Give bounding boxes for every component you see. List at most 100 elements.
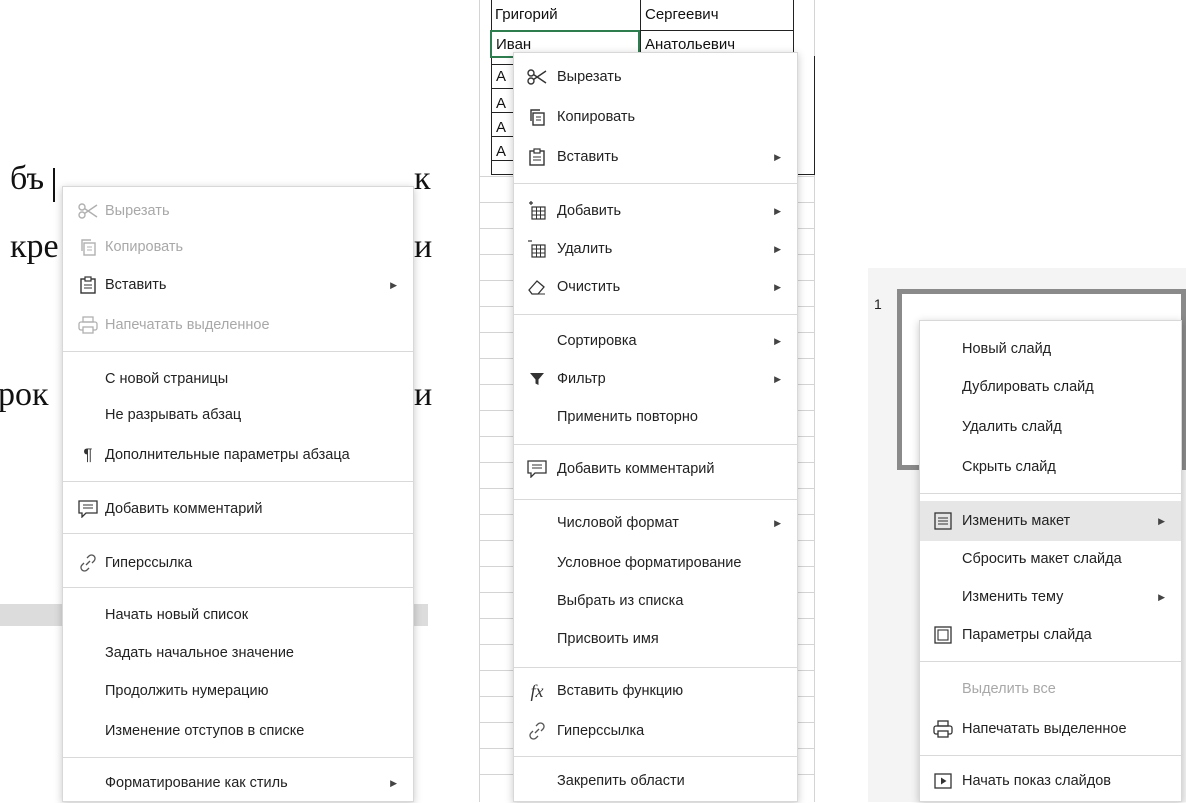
slide-context-menu: Новый слайд Дублировать слайд Удалить сл… [919,320,1182,802]
menu-item-select-all[interactable]: Выделить все [920,669,1181,709]
menu-separator [63,351,413,352]
table-border [491,0,492,174]
menu-item-change-theme[interactable]: Изменить тему ▶ [920,577,1181,617]
table-cell[interactable]: А [496,143,506,160]
menu-item-format-as-style[interactable]: Форматирование как стиль ▶ [63,763,413,803]
table-cell[interactable]: А [496,95,506,112]
menu-item-add-comment[interactable]: Добавить комментарий [514,449,797,489]
menu-item-print-selection[interactable]: Напечатать выделенное [920,709,1181,749]
menu-item-conditional-formatting[interactable]: Условное форматирование [514,543,797,583]
paste-icon [526,137,548,177]
menu-item-start-slideshow[interactable]: Начать показ слайдов [920,761,1181,801]
sheet-context-menu: Вырезать Копировать Вставить ▶ Добавить … [513,52,798,802]
menu-item-paste[interactable]: Вставить ▶ [514,137,797,177]
submenu-arrow-icon: ▶ [774,374,781,384]
menu-label: С новой страницы [105,371,229,387]
scissors-icon [77,191,99,231]
menu-item-reapply[interactable]: Применить повторно [514,397,797,437]
menu-item-new-slide[interactable]: Новый слайд [920,329,1181,369]
menu-item-print-selection[interactable]: Напечатать выделенное [63,305,413,345]
menu-separator [514,499,797,500]
menu-label: Параметры слайда [962,627,1092,643]
table-cell[interactable]: Сергеевич [645,6,719,23]
menu-item-copy[interactable]: Копировать [63,227,413,267]
play-slideshow-icon [932,761,954,801]
menu-item-pick-from-list[interactable]: Выбрать из списка [514,581,797,621]
menu-label: Сортировка [557,333,637,349]
doc-text-line-2: кре [10,228,59,265]
filter-icon [526,359,548,399]
printer-icon [932,709,954,749]
comment-icon [77,489,99,529]
menu-separator [63,533,413,534]
link-icon [526,711,548,751]
menu-item-change-layout[interactable]: Изменить макет ▶ [920,501,1181,541]
menu-label: Изменить тему [962,589,1064,605]
copy-icon [77,227,99,267]
menu-item-filter[interactable]: Фильтр ▶ [514,359,797,399]
menu-separator [514,183,797,184]
menu-item-hyperlink[interactable]: Гиперссылка [63,543,413,583]
menu-item-slide-settings[interactable]: Параметры слайда [920,615,1181,655]
menu-item-reset-layout[interactable]: Сбросить макет слайда [920,539,1181,579]
menu-item-keep-lines-together[interactable]: Не разрывать абзац [63,395,413,435]
table-border [491,160,513,161]
table-cell[interactable]: Григорий [495,6,558,23]
menu-item-list-indents[interactable]: Изменение отступов в списке [63,711,413,751]
menu-item-new-list[interactable]: Начать новый список [63,595,413,635]
menu-item-duplicate-slide[interactable]: Дублировать слайд [920,367,1181,407]
submenu-arrow-icon: ▶ [774,336,781,346]
menu-separator [920,493,1181,494]
printer-icon [77,305,99,345]
menu-item-freeze-panes[interactable]: Закрепить области [514,761,797,801]
menu-item-hide-slide[interactable]: Скрыть слайд [920,447,1181,487]
menu-label: Добавить комментарий [105,501,263,517]
menu-item-copy[interactable]: Копировать [514,97,797,137]
menu-item-delete[interactable]: Удалить ▶ [514,229,797,269]
menu-item-sort[interactable]: Сортировка ▶ [514,321,797,361]
paragraph-icon: ¶ [83,445,93,464]
menu-item-paste[interactable]: Вставить ▶ [63,265,413,305]
doc-text-tail-2: и [414,228,433,265]
menu-item-set-start-value[interactable]: Задать начальное значение [63,633,413,673]
table-cell[interactable]: А [496,68,506,85]
menu-item-clear[interactable]: Очистить ▶ [514,267,797,307]
menu-item-hyperlink[interactable]: Гиперссылка [514,711,797,751]
doc-text-tail-3: и [414,376,433,413]
menu-item-paragraph-settings[interactable]: ¶ Дополнительные параметры абзаца [63,435,413,475]
menu-label: Напечатать выделенное [105,317,270,333]
table-cell[interactable]: Анатольевич [645,36,735,53]
table-cell[interactable]: Иван [496,36,531,53]
menu-item-page-break-before[interactable]: С новой страницы [63,359,413,399]
menu-item-cut[interactable]: Вырезать [63,191,413,231]
menu-item-continue-numbering[interactable]: Продолжить нумерацию [63,671,413,711]
menu-item-insert-function[interactable]: fx Вставить функцию [514,671,797,711]
menu-label: Вставить [105,277,167,293]
menu-label: Удалить [557,241,613,257]
menu-item-insert[interactable]: Добавить ▶ [514,191,797,231]
submenu-arrow-icon: ▶ [390,778,397,788]
delete-cells-icon [526,229,548,269]
menu-label: Начать показ слайдов [962,773,1112,789]
text-caret [53,168,55,202]
slide-settings-icon [932,615,954,655]
table-border [491,88,513,89]
submenu-arrow-icon: ▶ [774,282,781,292]
menu-label: Вырезать [557,69,622,85]
menu-label: Присвоить имя [557,631,659,647]
table-cell[interactable]: А [496,119,506,136]
submenu-arrow-icon: ▶ [774,518,781,528]
menu-item-delete-slide[interactable]: Удалить слайд [920,407,1181,447]
menu-label: Числовой формат [557,515,679,531]
menu-item-define-name[interactable]: Присвоить имя [514,619,797,659]
menu-separator [63,757,413,758]
slide-number: 1 [874,296,882,312]
menu-item-number-format[interactable]: Числовой формат ▶ [514,503,797,543]
paste-icon [77,265,99,305]
menu-item-add-comment[interactable]: Добавить комментарий [63,489,413,529]
menu-item-cut[interactable]: Вырезать [514,57,797,97]
doc-text-tail-1: к [414,160,431,197]
menu-label: Гиперссылка [105,555,193,571]
menu-label: Вырезать [105,203,170,219]
submenu-arrow-icon: ▶ [774,152,781,162]
